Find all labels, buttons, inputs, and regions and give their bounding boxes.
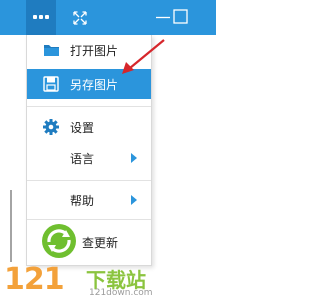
menu-item-check-update-label: 查更新 (82, 236, 119, 250)
menu-item-label: 语言 (70, 152, 95, 166)
menu-separator (27, 219, 151, 220)
save-icon (43, 76, 59, 92)
annotation-arrow-icon (122, 39, 165, 74)
menu-separator (27, 106, 151, 107)
menu-item-label: 设置 (70, 121, 95, 135)
menu-item-label: 打开图片 (70, 44, 119, 58)
window-edge (10, 190, 12, 262)
watermark: 121 下载站 121down.com (0, 262, 216, 302)
maximize-button[interactable] (166, 0, 194, 35)
watermark-number: 121 (4, 262, 65, 297)
menu-item-help[interactable]: 帮助 (27, 185, 151, 215)
menu-item-label: 帮助 (70, 194, 95, 208)
title-bar (0, 0, 216, 35)
maximize-icon (173, 9, 188, 24)
watermark-logo-icon (42, 224, 76, 258)
chevron-right-icon (131, 153, 137, 163)
chevron-right-icon (131, 195, 137, 205)
expand-icon (73, 11, 87, 25)
fullscreen-button[interactable] (62, 0, 98, 35)
gear-icon (43, 119, 59, 135)
menu-item-settings[interactable]: 设置 (27, 112, 151, 142)
watermark-url: 121down.com (89, 288, 153, 298)
more-menu-button[interactable] (26, 0, 56, 35)
menu-separator (27, 180, 151, 181)
menu-item-label: 另存图片 (70, 78, 119, 92)
more-dots-icon (33, 15, 49, 19)
folder-icon (44, 45, 59, 56)
menu-item-language[interactable]: 语言 (27, 143, 151, 173)
